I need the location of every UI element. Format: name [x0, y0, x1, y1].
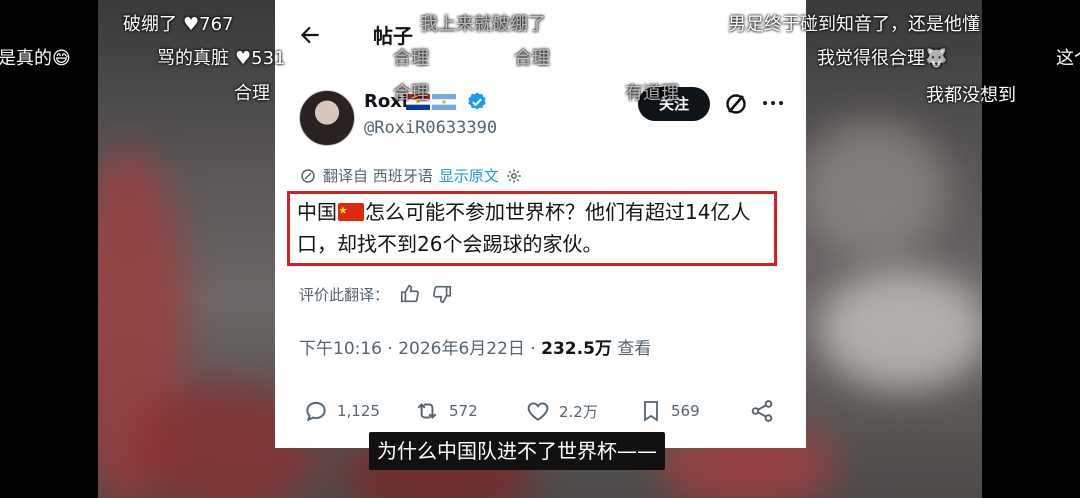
reply-count: 1,125	[337, 402, 380, 420]
share-icon	[751, 400, 773, 422]
danmaku-comment: 合理	[393, 48, 429, 69]
danmaku-comment: 我都没想到	[926, 85, 1016, 106]
share-button[interactable]	[749, 398, 775, 424]
rate-translation-label: 评价此翻译：	[299, 285, 390, 304]
views-count: 232.5万	[541, 339, 612, 359]
danmaku-comment: 这个	[1056, 48, 1080, 69]
video-subtitle: 为什么中国队进不了世界杯——	[369, 432, 665, 470]
danmaku-comment: 合理	[514, 48, 550, 69]
back-arrow-icon[interactable]	[297, 22, 323, 48]
danmaku-comment: 有道理	[625, 83, 679, 104]
translated-from-label: 翻译自 西班牙语	[323, 167, 433, 185]
thumbs-down-icon[interactable]	[431, 283, 453, 305]
danmaku-comment: 破绷了 ♥767	[123, 14, 234, 35]
avatar[interactable]	[299, 90, 355, 146]
translation-row: 翻译自 西班牙语 显示原文	[299, 165, 523, 186]
heart-icon: ♥	[183, 14, 200, 35]
verified-badge-icon	[468, 92, 486, 110]
repost-icon	[417, 403, 437, 419]
danmaku-comment: 我觉得很合理🐺	[817, 48, 948, 69]
timestamp-row: 下午10:16 · 2026年6月22日 · 232.5万 查看	[299, 334, 651, 359]
heart-icon	[527, 402, 549, 421]
views-label: 查看	[611, 339, 652, 359]
argentina-flag-icon	[432, 94, 456, 110]
bookmark-count: 569	[671, 402, 700, 420]
danmaku-comment: 骂的真脏 ♥531	[157, 48, 286, 69]
user-handle[interactable]: @RoxiR0633390	[364, 118, 497, 138]
more-options-icon[interactable]	[761, 95, 785, 111]
china-flag-icon	[338, 203, 364, 221]
repost-button[interactable]: 572	[413, 398, 478, 424]
danmaku-comment: 合理	[393, 83, 429, 104]
action-bar: 1,125 572 2.2万 569	[303, 398, 783, 428]
thumbs-up-icon[interactable]	[399, 283, 421, 305]
repost-count: 572	[449, 402, 478, 420]
reply-button[interactable]: 1,125	[303, 398, 380, 424]
bookmark-icon	[644, 401, 658, 422]
heart-icon: ♥	[235, 48, 252, 69]
danmaku-comment: 男足终于碰到知音了，还是他懂	[728, 14, 980, 35]
tweet-text: 中国 怎么可能不参加世界杯？他们有超过14亿人口，却找不到26个会踢球的家伙。	[297, 200, 751, 256]
settings-gear-icon[interactable]	[505, 167, 523, 185]
like-button[interactable]: 2.2万	[525, 398, 598, 424]
like-count: 2.2万	[559, 402, 598, 421]
reply-icon	[306, 401, 326, 422]
bookmark-button[interactable]: 569	[639, 398, 700, 424]
danmaku-comment: 是真的😅	[0, 48, 71, 69]
rate-translation-row: 评价此翻译：	[299, 283, 453, 305]
timestamp: 下午10:16 · 2026年6月22日 ·	[299, 339, 542, 359]
translate-icon	[301, 168, 315, 183]
show-original-link[interactable]: 显示原文	[439, 165, 499, 186]
danmaku-comment: 我上来就破绷了	[420, 14, 546, 35]
danmaku-comment: 合理	[234, 83, 270, 104]
grok-icon[interactable]	[724, 92, 748, 116]
